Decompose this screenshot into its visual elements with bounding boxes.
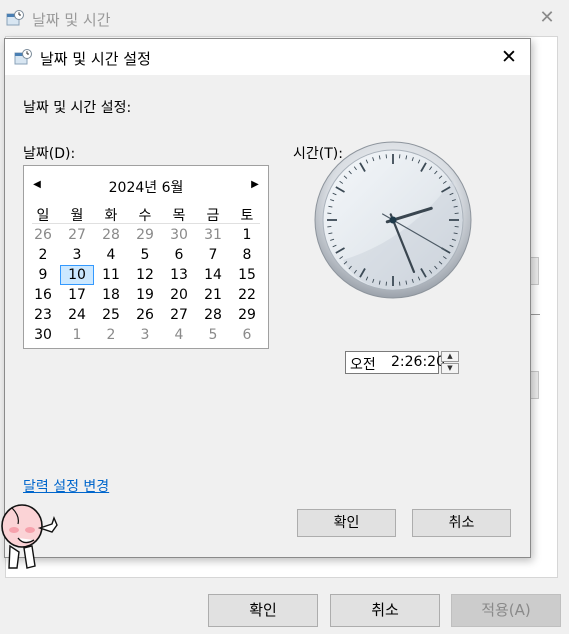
calendar-day-header: 일 xyxy=(36,208,50,224)
calendar-day[interactable]: 2 xyxy=(26,245,60,265)
calendar-day[interactable]: 29 xyxy=(230,305,264,325)
calendar-day[interactable]: 12 xyxy=(128,265,162,285)
calendar-day[interactable]: 7 xyxy=(196,245,230,265)
calendar-day[interactable]: 21 xyxy=(196,285,230,305)
calendar-header-divider xyxy=(32,223,260,224)
parent-window-title: 날짜 및 시간 xyxy=(32,11,111,29)
time-input[interactable]: 오전 2:26:20 xyxy=(345,351,445,374)
calendar-day[interactable]: 4 xyxy=(94,245,128,265)
calendar-day[interactable]: 2 xyxy=(94,325,128,345)
calendar-day[interactable]: 26 xyxy=(128,305,162,325)
dialog-cancel-button[interactable]: 취소 xyxy=(412,509,511,537)
calendar-day-header: 월 xyxy=(70,208,84,224)
calendar-day[interactable]: 24 xyxy=(60,305,94,325)
parent-cancel-button[interactable]: 취소 xyxy=(330,594,440,627)
calendar-day[interactable]: 26 xyxy=(26,225,60,245)
peach-character-sticker xyxy=(1,504,58,569)
parent-close-icon[interactable]: ✕ xyxy=(537,8,557,28)
calendar-day[interactable]: 13 xyxy=(162,265,196,285)
calendar-day[interactable]: 27 xyxy=(162,305,196,325)
analog-clock xyxy=(314,141,472,299)
calendar-day-header: 수 xyxy=(138,208,152,224)
calendar-month-title[interactable]: 2024년 6월 xyxy=(24,177,268,197)
calendar-day[interactable]: 25 xyxy=(94,305,128,325)
calendar-day[interactable]: 27 xyxy=(60,225,94,245)
calendar-day[interactable]: 28 xyxy=(94,225,128,245)
calendar-day[interactable]: 29 xyxy=(128,225,162,245)
dialog-ok-button[interactable]: 확인 xyxy=(297,509,396,537)
calendar-day[interactable]: 20 xyxy=(162,285,196,305)
calendar-day-header: 금 xyxy=(206,208,220,224)
datetime-app-icon xyxy=(14,49,32,65)
parent-title-bar: 날짜 및 시간 ✕ xyxy=(0,0,569,36)
calendar-day[interactable]: 6 xyxy=(162,245,196,265)
calendar-day[interactable]: 9 xyxy=(26,265,60,285)
calendar-day[interactable]: 30 xyxy=(162,225,196,245)
calendar-day-header: 화 xyxy=(104,208,118,224)
change-calendar-settings-link[interactable]: 달력 설정 변경 xyxy=(23,476,109,496)
next-month-icon[interactable]: ▶ xyxy=(248,179,262,190)
calendar-day[interactable]: 31 xyxy=(196,225,230,245)
dialog-close-icon[interactable]: ✕ xyxy=(498,46,520,68)
calendar-day[interactable]: 3 xyxy=(60,245,94,265)
date-label: 날짜(D): xyxy=(23,146,76,162)
datetime-settings-dialog: 날짜 및 시간 설정 ✕ 날짜 및 시간 설정: 날짜(D): 시간(T): ◀… xyxy=(4,38,531,558)
calendar-day[interactable]: 18 xyxy=(94,285,128,305)
calendar-day[interactable]: 19 xyxy=(128,285,162,305)
calendar-day[interactable]: 1 xyxy=(230,225,264,245)
calendar-day[interactable]: 11 xyxy=(94,265,128,285)
calendar-day-header: 목 xyxy=(172,208,186,224)
calendar-day[interactable]: 5 xyxy=(196,325,230,345)
calendar-day[interactable]: 14 xyxy=(196,265,230,285)
time-spin-up-icon[interactable]: ▲ xyxy=(441,351,459,362)
calendar-day[interactable]: 16 xyxy=(26,285,60,305)
ampm-field[interactable]: 오전 xyxy=(350,354,376,374)
calendar-day[interactable]: 28 xyxy=(196,305,230,325)
dialog-title: 날짜 및 시간 설정 xyxy=(40,50,151,68)
datetime-app-icon xyxy=(6,10,24,26)
parent-apply-button[interactable]: 적용(A) xyxy=(451,594,561,627)
calendar-day-header: 토 xyxy=(240,208,254,224)
calendar-day[interactable]: 6 xyxy=(230,325,264,345)
calendar-day[interactable]: 4 xyxy=(162,325,196,345)
time-spin-down-icon[interactable]: ▼ xyxy=(441,363,459,374)
parent-ok-button[interactable]: 확인 xyxy=(208,594,318,627)
calendar[interactable]: ◀ 2024년 6월 ▶ 일월화수목금토 26 27 28 29 30 31 1 2 3 4 5 6 7… xyxy=(23,165,269,349)
calendar-day[interactable]: 22 xyxy=(230,285,264,305)
calendar-day[interactable]: 15 xyxy=(230,265,264,285)
calendar-day[interactable]: 5 xyxy=(128,245,162,265)
calendar-day[interactable]: 17 xyxy=(60,285,94,305)
calendar-day[interactable]: 8 xyxy=(230,245,264,265)
dialog-heading: 날짜 및 시간 설정: xyxy=(23,100,132,116)
calendar-day[interactable]: 3 xyxy=(128,325,162,345)
time-value-field[interactable]: 2:26:20 xyxy=(391,354,445,370)
calendar-day[interactable]: 10 xyxy=(60,265,94,285)
dialog-title-bar: 날짜 및 시간 설정 ✕ xyxy=(5,39,530,75)
calendar-day[interactable]: 23 xyxy=(26,305,60,325)
calendar-day[interactable]: 30 xyxy=(26,325,60,345)
calendar-day[interactable]: 1 xyxy=(60,325,94,345)
